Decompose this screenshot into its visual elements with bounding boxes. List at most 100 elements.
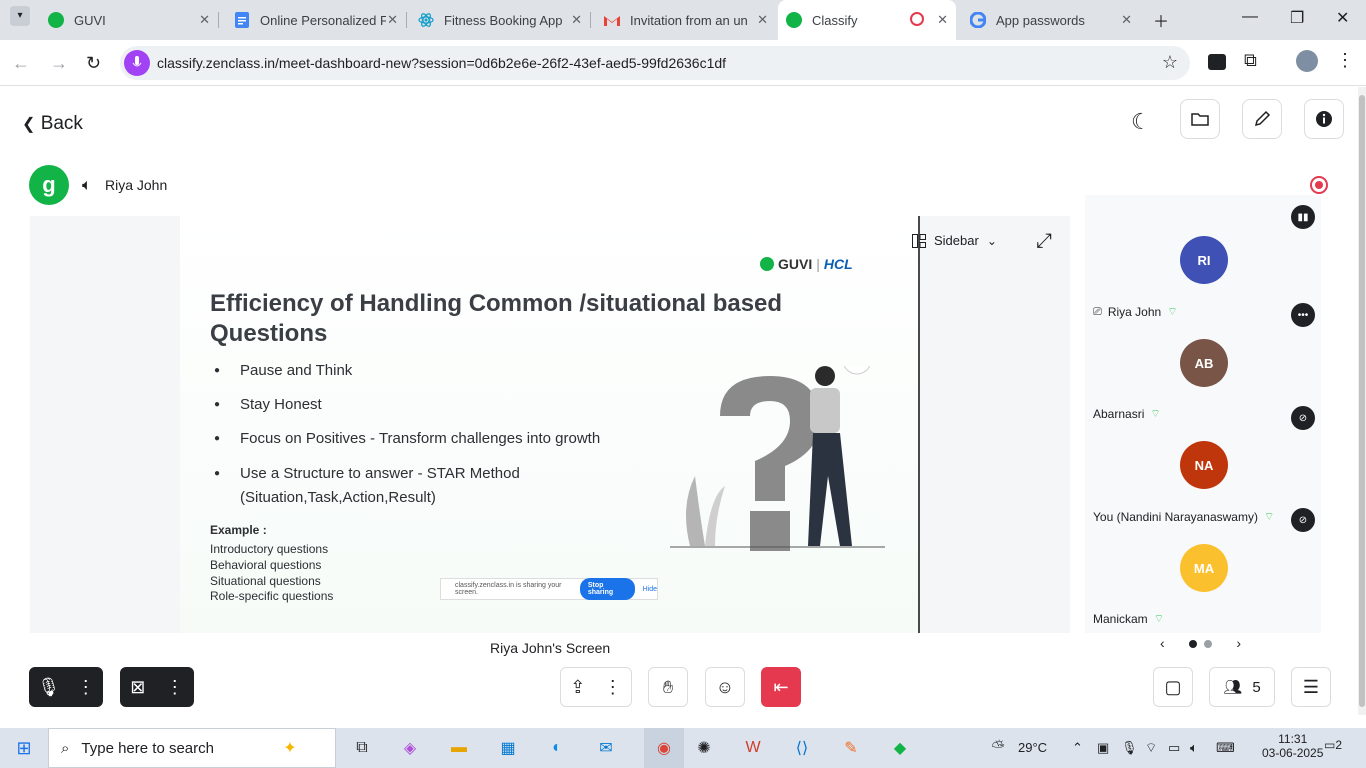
more-vertical-icon[interactable]: ⋮ bbox=[166, 677, 184, 698]
participants-button[interactable]: 👥︎ 5 bbox=[1209, 667, 1275, 707]
participant-more-button[interactable]: ••• bbox=[1291, 303, 1315, 327]
scrollbar[interactable] bbox=[1358, 87, 1366, 715]
close-icon[interactable]: ✕ bbox=[1121, 12, 1132, 28]
tab-online-personalized[interactable]: Online Personalized F ✕ bbox=[226, 0, 406, 40]
widgets-icon[interactable]: ✦ bbox=[278, 736, 302, 760]
meet-now-icon[interactable]: ▣ bbox=[1097, 740, 1109, 756]
close-icon[interactable]: ✕ bbox=[387, 12, 398, 28]
chevron-left-icon: ❮ bbox=[22, 116, 36, 133]
moon-icon[interactable]: ☾ bbox=[1131, 109, 1151, 135]
raise-hand-button[interactable]: ✋︎ bbox=[648, 667, 688, 707]
chevron-right-icon[interactable]: › bbox=[1236, 635, 1241, 651]
fullscreen-icon[interactable]: ⤢ bbox=[1036, 230, 1052, 253]
bullet-continuation: (Situation,Task,Action,Result) bbox=[240, 489, 436, 506]
windows-taskbar: ⊞ ⌕ Type here to search ✦ ⧉ ◈ ▬ ▦ ◐ ✉ ◉ … bbox=[0, 728, 1366, 768]
wifi-icon: ⌔ bbox=[1153, 613, 1165, 625]
guvi-icon bbox=[48, 12, 64, 28]
store-icon[interactable]: ▦ bbox=[496, 736, 520, 760]
page-dot-active[interactable] bbox=[1188, 640, 1197, 648]
more-vertical-icon[interactable]: ⋮ bbox=[604, 677, 622, 698]
slide-title: Efficiency of Handling Common /situation… bbox=[210, 290, 783, 347]
wps-icon[interactable]: W bbox=[741, 736, 765, 760]
share-screen-control: ⇪ ⋮ bbox=[560, 667, 632, 707]
extension-icon[interactable] bbox=[1208, 54, 1226, 70]
tab-app-passwords[interactable]: App passwords ✕ bbox=[962, 0, 1140, 40]
back-link[interactable]: ❮ Back bbox=[22, 113, 83, 135]
puzzle-icon[interactable]: ⧉ bbox=[1244, 50, 1257, 71]
close-icon[interactable]: ✕ bbox=[199, 12, 210, 28]
vscode-icon[interactable]: ⟨⟩ bbox=[790, 736, 814, 760]
hide-button[interactable]: Hide bbox=[643, 586, 657, 593]
sidebar-toggle[interactable]: Sidebar ⌄ bbox=[912, 233, 997, 248]
tab-fitness-booking[interactable]: Fitness Booking App ✕ bbox=[410, 0, 590, 40]
close-icon[interactable]: ✕ bbox=[757, 12, 768, 28]
participant-pager: ‹ › bbox=[1160, 635, 1241, 651]
camera-off-icon[interactable]: ⊠ bbox=[130, 677, 145, 698]
clock[interactable]: 11:31 03-06-2025 bbox=[1262, 732, 1323, 760]
chatgpt-icon[interactable]: ✺ bbox=[692, 736, 716, 760]
battery-icon[interactable]: ▭ bbox=[1168, 740, 1180, 756]
active-speaker-name: Riya John bbox=[105, 177, 168, 193]
stop-sharing-button[interactable]: Stop sharing bbox=[579, 578, 635, 600]
notifications-icon[interactable]: ▭2 bbox=[1324, 738, 1342, 752]
thinking-person-illustration bbox=[670, 366, 885, 551]
network-icon[interactable]: ⌔ bbox=[1145, 740, 1157, 756]
google-icon bbox=[970, 12, 986, 28]
info-icon bbox=[1316, 111, 1332, 127]
tab-classify[interactable]: Classify ✕ bbox=[778, 0, 956, 40]
files-button[interactable] bbox=[1180, 99, 1220, 139]
participant-name: ⎚ Riya John ⌔ bbox=[1093, 305, 1178, 319]
info-button[interactable] bbox=[1304, 99, 1344, 139]
guvi-logo-icon bbox=[760, 257, 774, 271]
chat-button[interactable]: ▢ bbox=[1153, 667, 1193, 707]
leave-button[interactable]: ⇤ bbox=[761, 667, 801, 707]
back-arrow-icon[interactable]: ← bbox=[12, 53, 30, 74]
more-vertical-icon[interactable]: ⋮ bbox=[77, 677, 95, 698]
tab-guvi[interactable]: GUVI ✕ bbox=[40, 0, 218, 40]
windows-start-icon[interactable]: ⊞ bbox=[12, 736, 36, 760]
volume-icon[interactable]: 🔈︎ bbox=[1190, 740, 1198, 756]
chrome-icon[interactable]: ◉ bbox=[644, 728, 684, 768]
reactions-button[interactable]: ☺ bbox=[705, 667, 745, 707]
chevron-down-icon: ⌄ bbox=[986, 233, 997, 248]
profile-avatar[interactable] bbox=[1296, 50, 1318, 72]
reload-icon[interactable]: ↻ bbox=[86, 53, 101, 74]
share-screen-icon[interactable]: ⇪ bbox=[570, 677, 585, 698]
tab-search-icon[interactable]: ▾ bbox=[10, 6, 30, 26]
menu-button[interactable]: ☰ bbox=[1291, 667, 1331, 707]
tab-invitation[interactable]: Invitation from an un ✕ bbox=[596, 0, 776, 40]
mic-off-icon[interactable]: 🎙︎ bbox=[37, 677, 60, 698]
close-icon[interactable]: ✕ bbox=[937, 12, 948, 28]
wifi-icon: ⌔ bbox=[1167, 306, 1178, 318]
react-icon bbox=[418, 12, 434, 28]
more-vertical-icon[interactable]: ⋮ bbox=[1336, 50, 1354, 71]
new-tab-icon[interactable]: ＋ bbox=[1153, 8, 1169, 32]
mongodb-icon[interactable]: ◆ bbox=[888, 736, 912, 760]
participant-name: Abarnasri ⌔ bbox=[1093, 407, 1161, 421]
file-explorer-icon[interactable]: ▬ bbox=[447, 736, 471, 760]
copilot-icon[interactable]: ◈ bbox=[398, 736, 422, 760]
whiteboard-button[interactable] bbox=[1242, 99, 1282, 139]
chevron-left-icon[interactable]: ‹ bbox=[1160, 635, 1165, 651]
recording-indicator bbox=[1310, 176, 1328, 194]
example-item: Situational questions bbox=[210, 574, 321, 588]
weather-icon[interactable]: ⛅︎ bbox=[986, 736, 1010, 760]
page-dot[interactable] bbox=[1204, 640, 1213, 648]
edge-icon[interactable]: ◐ bbox=[545, 736, 569, 760]
minimize-icon[interactable]: — bbox=[1242, 8, 1258, 26]
microphone-icon[interactable]: 🎙︎ bbox=[1121, 740, 1138, 756]
forward-arrow-icon[interactable]: → bbox=[50, 53, 68, 74]
mail-icon[interactable]: ✉ bbox=[594, 736, 618, 760]
people-icon: 👥︎ bbox=[1223, 679, 1243, 696]
close-icon[interactable]: ✕ bbox=[571, 12, 582, 28]
participant-list: ▮▮ RI ⎚ Riya John ⌔ ••• AB Abarnasri ⌔ ⊘… bbox=[1085, 195, 1321, 633]
star-icon[interactable]: ☆ bbox=[1162, 52, 1178, 73]
browser-tab-strip: ▾ GUVI ✕ Online Personalized F ✕ Fitness… bbox=[0, 0, 1366, 40]
postman-icon[interactable]: ✎ bbox=[839, 736, 863, 760]
window-close-icon[interactable]: ✕ bbox=[1336, 8, 1349, 28]
task-view-icon[interactable]: ⧉ bbox=[350, 736, 374, 760]
maximize-icon[interactable]: ❐ bbox=[1290, 8, 1304, 28]
keyboard-icon[interactable]: ⌨ bbox=[1216, 740, 1235, 756]
chevron-up-icon[interactable]: ⌃ bbox=[1072, 740, 1083, 756]
address-bar[interactable]: classify.zenclass.in/meet-dashboard-new?… bbox=[120, 46, 1190, 80]
